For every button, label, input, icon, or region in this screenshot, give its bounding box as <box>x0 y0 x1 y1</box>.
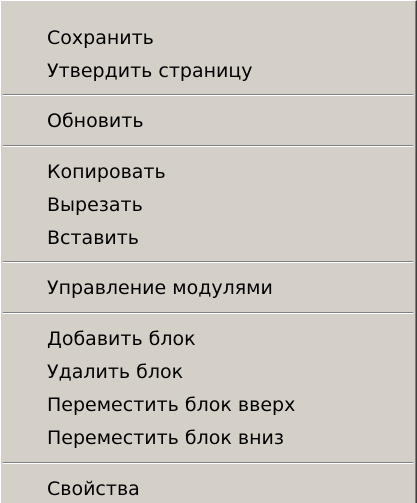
menu-separator <box>3 261 413 263</box>
menu-item-delete-block[interactable]: Удалить блок <box>47 357 183 387</box>
menu-item-cut[interactable]: Вырезать <box>47 190 143 220</box>
menu-separator <box>3 94 413 96</box>
menu-item-manage-modules[interactable]: Управление модулями <box>47 273 273 303</box>
menu-item-approve-page[interactable]: Утвердить страницу <box>47 56 253 86</box>
menu-item-move-block-up[interactable]: Переместить блок вверх <box>47 390 295 420</box>
menu-item-save[interactable]: Сохранить <box>47 23 154 53</box>
menu-item-paste[interactable]: Вставить <box>47 223 139 253</box>
menu-item-move-block-down[interactable]: Переместить блок вниз <box>47 423 284 453</box>
context-menu: Сохранить Утвердить страницу Обновить Ко… <box>0 0 417 503</box>
menu-item-refresh[interactable]: Обновить <box>47 106 144 136</box>
menu-separator <box>3 312 413 314</box>
menu-item-copy[interactable]: Копировать <box>47 157 166 187</box>
menu-item-add-block[interactable]: Добавить блок <box>47 324 196 354</box>
menu-separator <box>3 145 413 147</box>
menu-item-properties[interactable]: Свойства <box>47 474 140 503</box>
menu-separator <box>3 462 413 464</box>
